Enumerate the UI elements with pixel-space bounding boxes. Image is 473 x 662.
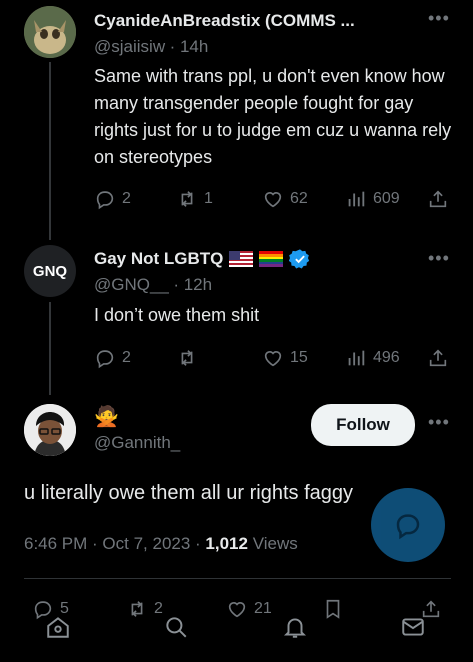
messages-icon[interactable] bbox=[400, 614, 426, 640]
notifications-icon[interactable] bbox=[282, 614, 308, 640]
like-count: 62 bbox=[290, 190, 308, 207]
more-icon[interactable]: ••• bbox=[428, 8, 450, 29]
author-meta: @sjaiisiw · 14h bbox=[94, 37, 208, 57]
tweet-text: I don’t owe them shit bbox=[94, 305, 260, 325]
reply-count: 2 bbox=[122, 190, 131, 207]
main-tweet-text: u literally owe them all ur rights faggy bbox=[24, 482, 354, 504]
share-button[interactable] bbox=[427, 188, 449, 210]
avatar[interactable]: GNQ bbox=[24, 245, 76, 297]
timestamp[interactable]: · 12h bbox=[173, 275, 212, 294]
like-icon bbox=[264, 351, 282, 367]
share-button[interactable] bbox=[427, 347, 449, 369]
more-icon[interactable]: ••• bbox=[428, 412, 450, 433]
follow-button[interactable]: Follow bbox=[311, 404, 415, 446]
divider bbox=[24, 578, 451, 579]
views-count: 1,012 bbox=[205, 534, 248, 553]
compose-button[interactable] bbox=[371, 488, 445, 562]
rainbow-flag-icon bbox=[259, 251, 284, 267]
reply-button[interactable]: 2 bbox=[94, 188, 131, 210]
author-name-row: Gay Not LGBTQ bbox=[94, 248, 311, 270]
thread-line bbox=[49, 302, 51, 395]
share-icon bbox=[429, 190, 447, 208]
repost-count: 1 bbox=[204, 190, 213, 207]
share-icon bbox=[429, 349, 447, 367]
reply-button[interactable]: 2 bbox=[94, 347, 131, 369]
reply-count: 2 bbox=[122, 349, 131, 366]
search-icon[interactable] bbox=[163, 614, 189, 640]
author-name[interactable]: Gay Not LGBTQ bbox=[94, 249, 223, 269]
thread-line bbox=[49, 62, 51, 240]
tweet-text: Same with trans ppl, u don't even know h… bbox=[94, 66, 452, 167]
repost-button[interactable]: 1 bbox=[176, 188, 213, 210]
author-handle[interactable]: @sjaiisiw bbox=[94, 37, 165, 56]
like-button[interactable]: 15 bbox=[262, 347, 308, 369]
verified-icon[interactable] bbox=[289, 248, 311, 270]
like-button[interactable]: 62 bbox=[262, 188, 308, 210]
avatar[interactable] bbox=[24, 6, 76, 58]
author-meta: @GNQ__ · 12h bbox=[94, 275, 212, 295]
bottom-nav bbox=[0, 608, 473, 662]
views-icon bbox=[348, 350, 365, 366]
like-count: 15 bbox=[290, 349, 308, 366]
view-count: 496 bbox=[373, 349, 400, 366]
tweet-metadata: 6:46 PM · Oct 7, 2023 · 1,012 Views bbox=[24, 534, 298, 554]
timestamp[interactable]: 6:46 PM · Oct 7, 2023 · bbox=[24, 534, 205, 553]
author-handle[interactable]: @GNQ__ bbox=[94, 275, 169, 294]
name-emoji[interactable]: 🙅 bbox=[94, 404, 119, 429]
repost-icon bbox=[181, 350, 193, 366]
repost-icon bbox=[181, 191, 193, 207]
views-label: Views bbox=[247, 534, 298, 553]
avatar[interactable] bbox=[24, 404, 76, 456]
views-icon bbox=[348, 191, 365, 207]
author-name[interactable]: CyanideAnBreadstix (COMMS ... bbox=[94, 11, 355, 31]
author-handle[interactable]: @Gannith_ bbox=[94, 433, 180, 453]
avatar-text: GNQ bbox=[32, 262, 68, 280]
like-icon bbox=[264, 192, 282, 208]
view-count: 609 bbox=[373, 190, 400, 207]
us-flag-icon bbox=[229, 251, 254, 267]
home-icon[interactable] bbox=[45, 614, 71, 640]
reply-icon bbox=[96, 350, 114, 369]
views-button[interactable]: 609 bbox=[345, 188, 400, 210]
reply-icon bbox=[96, 191, 114, 210]
repost-button[interactable] bbox=[176, 347, 204, 369]
reply-icon bbox=[396, 514, 420, 540]
more-icon[interactable]: ••• bbox=[428, 248, 450, 269]
timestamp[interactable]: · 14h bbox=[170, 37, 209, 56]
views-button[interactable]: 496 bbox=[345, 347, 400, 369]
